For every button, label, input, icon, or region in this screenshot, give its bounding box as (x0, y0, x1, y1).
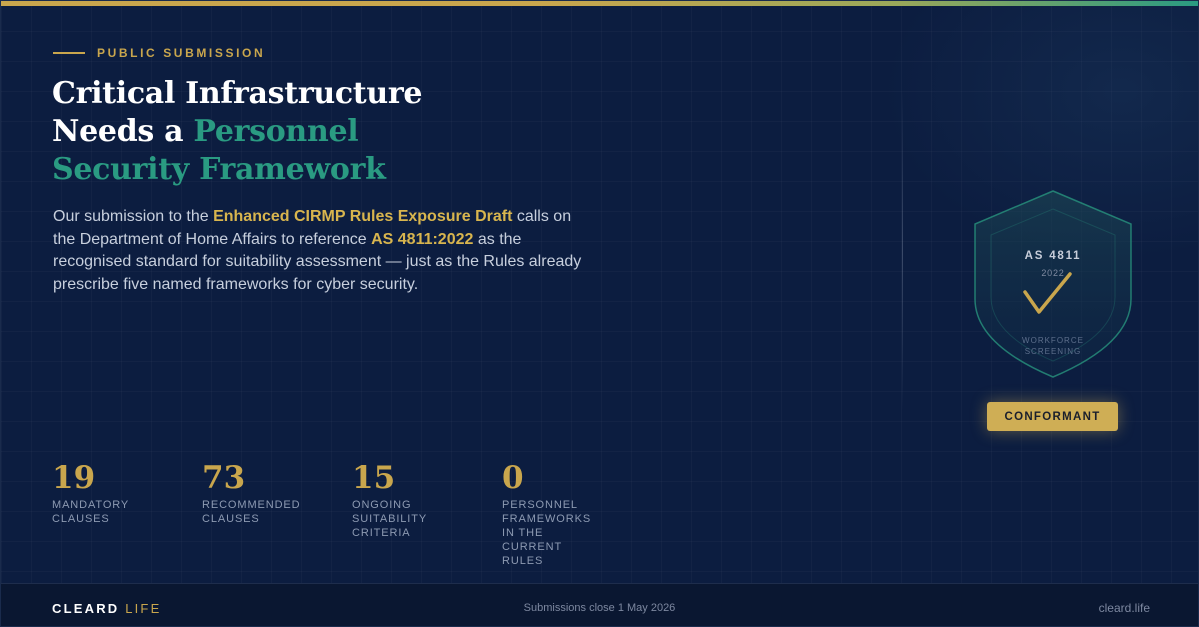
title-line-3-accent: Security Framework (52, 152, 386, 187)
stat-mandatory: 19 MANDATORY CLAUSES (52, 461, 202, 568)
lede-highlight-draft: Enhanced CIRMP Rules Exposure Draft (213, 208, 513, 225)
footer: CLEARD LIFE Submissions close 1 May 2026… (1, 583, 1198, 626)
lede-text: Our submission to the (53, 208, 214, 225)
title-line-2: Needs a (52, 114, 194, 149)
eyebrow-rule (53, 52, 85, 54)
eyebrow-label: PUBLIC SUBMISSION (97, 46, 266, 60)
stat-label: MANDATORY CLAUSES (52, 499, 129, 525)
page-title: Critical Infrastructure Needs a Personne… (52, 75, 612, 189)
intro-paragraph: Our submission to the Enhanced CIRMP Rul… (53, 206, 583, 296)
stat-frameworks: 0 PERSONNEL FRAMEWORKS IN THE CURRENT RU… (502, 461, 652, 568)
stat-number: 15 (352, 460, 396, 496)
stat-number: 0 (502, 460, 524, 496)
vertical-divider (902, 91, 903, 411)
stats-row: 19 MANDATORY CLAUSES 73 RECOMMENDED CLAU… (52, 461, 652, 568)
shield-icon: AS 4811 2022 WORKFORCE SCREENING (972, 189, 1134, 379)
submission-deadline: Submissions close 1 May 2026 (523, 602, 676, 614)
top-accent-bar (1, 1, 1198, 6)
title-line-2-accent: Personnel (193, 114, 359, 149)
eyebrow: PUBLIC SUBMISSION (53, 46, 265, 60)
shield-standard: AS 4811 (1024, 250, 1082, 262)
stat-label: RECOMMENDED CLAUSES (202, 499, 301, 525)
shield-caption: WORKFORCE SCREENING (1022, 336, 1084, 356)
site-link[interactable]: cleard.life (1099, 601, 1150, 615)
title-line-1: Critical Infrastructure (52, 76, 423, 111)
lede-highlight-standard: AS 4811:2022 (371, 230, 474, 248)
stat-number: 73 (202, 460, 246, 496)
stat-label: ONGOING SUITABILITY CRITERIA (352, 499, 427, 539)
shield-year: 2022 (1041, 268, 1065, 278)
stat-recommended: 73 RECOMMENDED CLAUSES (202, 461, 352, 568)
stat-label: PERSONNEL FRAMEWORKS IN THE CURRENT RULE… (502, 499, 592, 567)
stat-suitability: 15 ONGOING SUITABILITY CRITERIA (352, 461, 502, 568)
stat-number: 19 (52, 460, 96, 496)
conformant-badge: CONFORMANT (987, 402, 1118, 431)
page: PUBLIC SUBMISSION Critical Infrastructur… (0, 0, 1199, 627)
